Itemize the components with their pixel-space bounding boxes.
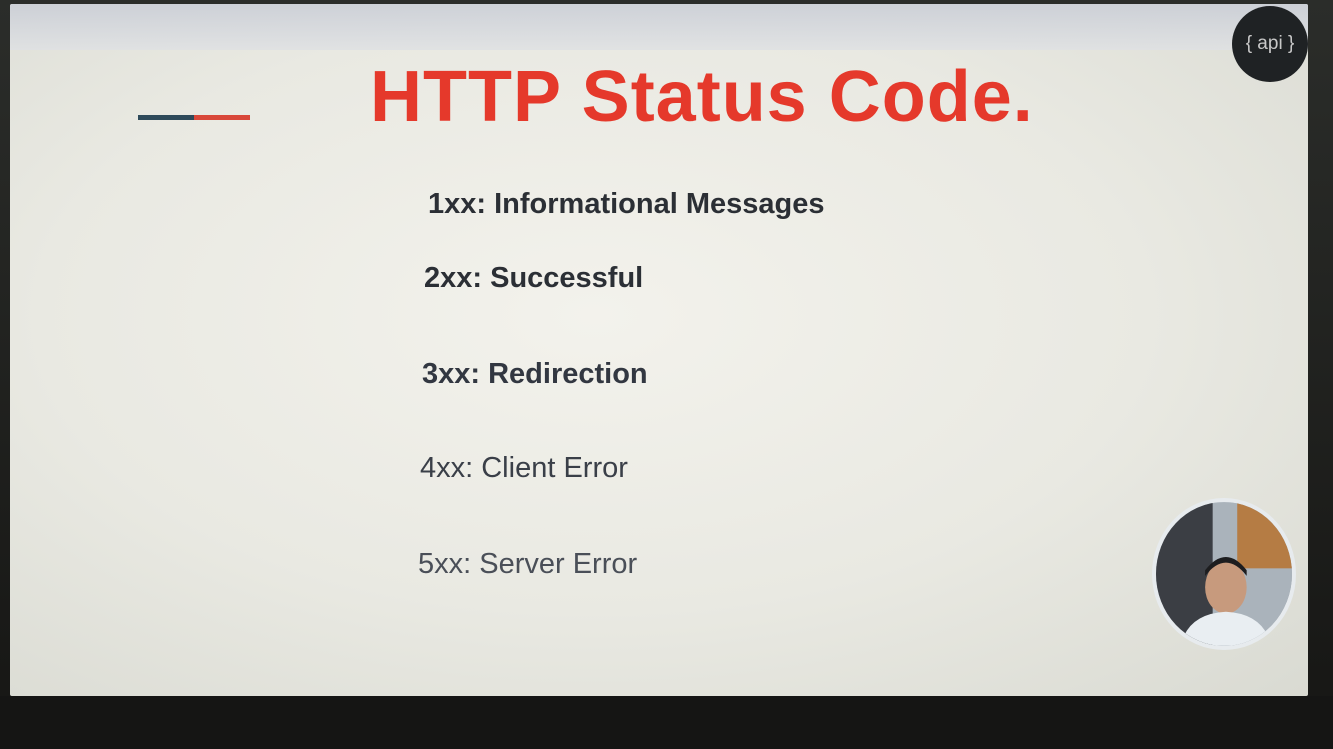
slide-title: HTTP Status Code. [370,57,1034,137]
status-item-5xx: 5xx: Server Error [418,548,638,580]
status-item-2xx: 2xx: Successful [424,262,644,294]
status-item-4xx: 4xx: Client Error [420,452,628,484]
monitor-bezel [0,696,1333,749]
accent-line [138,115,250,120]
status-item-3xx: 3xx: Redirection [422,358,648,390]
top-bar [10,4,1308,50]
accent-line-red [194,115,250,120]
accent-line-dark [138,115,194,120]
webcam-bubble[interactable] [1152,498,1296,650]
status-item-1xx: 1xx: Informational Messages [428,188,825,220]
presentation-screen: HTTP Status Code. 1xx: Informational Mes… [10,4,1308,696]
person-icon [1156,502,1292,646]
api-badge: { api } [1232,6,1308,82]
monitor-frame: HTTP Status Code. 1xx: Informational Mes… [0,0,1333,749]
